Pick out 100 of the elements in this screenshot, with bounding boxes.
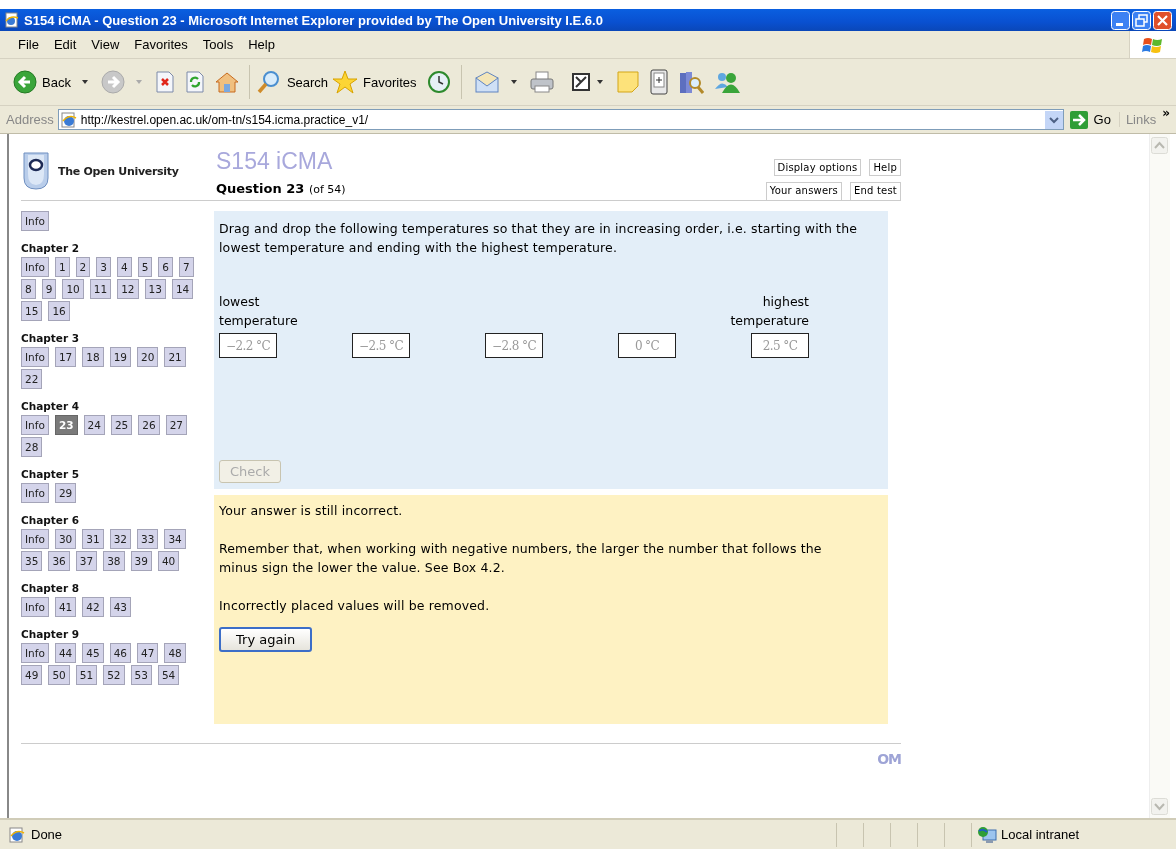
nav-button[interactable]: 7: [179, 257, 194, 277]
nav-button[interactable]: 36: [48, 551, 70, 571]
address-field[interactable]: http://kestrel.open.ac.uk/om-tn/s154.icma.practice_v1/: [57, 109, 1064, 130]
header-button[interactable]: Help: [869, 159, 901, 176]
minimize-button[interactable]: [1111, 10, 1130, 30]
nav-button[interactable]: 21: [164, 347, 186, 367]
nav-button[interactable]: 15: [21, 301, 43, 321]
search-button[interactable]: Search: [255, 70, 329, 94]
try-again-button[interactable]: Try again: [219, 627, 313, 652]
nav-button[interactable]: 42: [82, 597, 104, 617]
nav-button[interactable]: 28: [21, 437, 43, 457]
nav-button[interactable]: 33: [137, 529, 159, 549]
nav-button[interactable]: 31: [82, 529, 104, 549]
network-globe-icon: [977, 825, 997, 844]
forward-button[interactable]: [100, 70, 125, 94]
favorites-button[interactable]: Favorites: [332, 70, 417, 94]
nav-button[interactable]: Info: [21, 347, 49, 367]
nav-button[interactable]: 13: [144, 279, 166, 299]
nav-button[interactable]: Info: [21, 643, 49, 663]
nav-button[interactable]: 44: [54, 643, 77, 663]
mail-button[interactable]: [473, 71, 500, 93]
restore-button[interactable]: [1132, 10, 1151, 30]
nav-button[interactable]: 26: [138, 415, 160, 435]
nav-button[interactable]: 29: [54, 483, 77, 503]
menu-item[interactable]: View: [84, 35, 128, 54]
nav-button[interactable]: 47: [137, 643, 159, 663]
nav-button[interactable]: 48: [164, 643, 186, 663]
nav-button[interactable]: 14: [171, 279, 194, 299]
nav-button[interactable]: 53: [130, 665, 152, 685]
nav-button[interactable]: Info: [21, 597, 49, 617]
dropdown-caret-icon[interactable]: [509, 79, 518, 85]
nav-button[interactable]: 38: [103, 551, 125, 571]
nav-button[interactable]: 45: [82, 643, 104, 663]
nav-button[interactable]: 43: [109, 597, 131, 617]
messenger-button[interactable]: [713, 70, 740, 94]
nav-button[interactable]: 23: [54, 415, 78, 435]
nav-button[interactable]: 37: [75, 551, 98, 571]
chapter-heading: Chapter 4: [21, 400, 81, 412]
header-button[interactable]: End test: [850, 182, 901, 200]
nav-button[interactable]: Info: [21, 211, 49, 231]
nav-button[interactable]: Info: [21, 415, 49, 435]
nav-button[interactable]: 3: [96, 257, 111, 277]
nav-button[interactable]: 49: [21, 665, 43, 685]
edit-button[interactable]: [571, 73, 590, 91]
nav-button[interactable]: 39: [130, 551, 152, 571]
menu-item[interactable]: File: [11, 35, 47, 54]
nav-button[interactable]: 24: [83, 415, 105, 435]
nav-button[interactable]: 40: [157, 551, 180, 571]
nav-button[interactable]: 2: [75, 257, 91, 277]
chapter-heading: Chapter 2: [21, 242, 81, 254]
refresh-button[interactable]: [184, 71, 205, 93]
nav-button[interactable]: 54: [157, 665, 180, 685]
phone-button[interactable]: [649, 69, 668, 95]
dropdown-caret-icon[interactable]: [80, 79, 89, 85]
nav-button[interactable]: 22: [21, 369, 43, 389]
menu-item[interactable]: Help: [241, 35, 283, 54]
menu-item[interactable]: Favorites: [127, 35, 196, 54]
print-button[interactable]: [529, 71, 554, 93]
research-button[interactable]: [677, 69, 704, 95]
dropdown-caret-icon[interactable]: [595, 79, 604, 85]
nav-button[interactable]: 6: [158, 257, 173, 277]
nav-button[interactable]: 32: [109, 529, 131, 549]
nav-button[interactable]: 30: [54, 529, 77, 549]
nav-button[interactable]: 16: [48, 301, 70, 321]
status-text: Done: [31, 827, 63, 842]
stop-button[interactable]: [154, 71, 175, 93]
back-button[interactable]: Back: [13, 70, 71, 94]
nav-button[interactable]: 25: [110, 415, 133, 435]
history-button[interactable]: [426, 70, 451, 94]
go-button[interactable]: Go: [1063, 110, 1119, 129]
nav-button[interactable]: 50: [48, 665, 70, 685]
nav-button[interactable]: 27: [165, 415, 187, 435]
nav-button[interactable]: 17: [54, 347, 77, 367]
more-links-button[interactable]: »: [1162, 106, 1170, 120]
nav-button[interactable]: Info: [21, 529, 49, 549]
nav-button[interactable]: 5: [137, 257, 153, 277]
nav-button[interactable]: 46: [109, 643, 131, 663]
home-button[interactable]: [214, 71, 239, 93]
menu-item[interactable]: Edit: [46, 35, 85, 54]
menu-item[interactable]: Tools: [195, 35, 242, 54]
nav-button[interactable]: 9: [41, 279, 57, 299]
nav-button[interactable]: 10: [62, 279, 84, 299]
nav-button[interactable]: 19: [109, 347, 131, 367]
nav-button[interactable]: 52: [103, 665, 125, 685]
nav-button[interactable]: 41: [54, 597, 77, 617]
nav-button[interactable]: Info: [21, 483, 49, 503]
nav-button[interactable]: 1: [54, 257, 70, 277]
nav-button[interactable]: 18: [82, 347, 104, 367]
nav-button[interactable]: Info: [21, 257, 49, 277]
nav-button[interactable]: 8: [21, 279, 36, 299]
nav-button[interactable]: 34: [164, 529, 186, 549]
nav-button[interactable]: 4: [116, 257, 132, 277]
nav-button[interactable]: 35: [21, 551, 43, 571]
header-button[interactable]: Display options: [773, 159, 862, 176]
close-button[interactable]: [1153, 10, 1172, 30]
nav-button[interactable]: 20: [137, 347, 159, 367]
nav-button[interactable]: 12: [117, 279, 139, 299]
nav-button[interactable]: 11: [89, 279, 112, 299]
header-button[interactable]: Your answers: [765, 182, 842, 200]
nav-button[interactable]: 51: [75, 665, 98, 685]
